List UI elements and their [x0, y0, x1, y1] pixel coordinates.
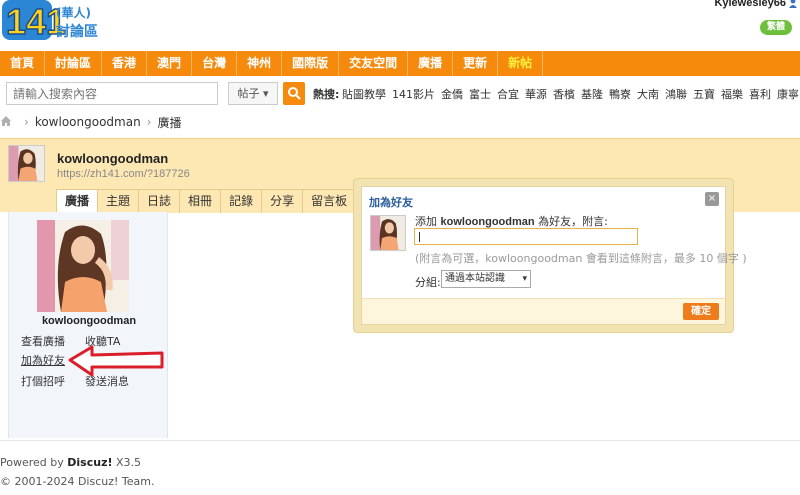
site-logo[interactable]: 141 (華人) 討論區 — [2, 0, 102, 44]
hot-link[interactable]: 鴨寮 — [609, 86, 631, 102]
logo-sub2: 討論區 — [56, 23, 98, 40]
search-bar: 帖子 ▾ 熱搜: 貼圖教學 141影片 金僑 富士 合宜 華源 香檳 基隆 鴨寮… — [0, 80, 800, 108]
dialog-msg-suffix: 為好友，附言: — [538, 215, 608, 228]
tab-broadcast[interactable]: 廣播 — [56, 189, 99, 214]
hot-link[interactable]: 康寧 — [777, 86, 799, 102]
chevron-down-icon: ▾ — [522, 274, 527, 284]
close-button[interactable]: × — [705, 192, 719, 206]
search-icon — [288, 87, 301, 100]
nav-item-forum[interactable]: 討論區 — [45, 51, 103, 76]
hot-link[interactable]: 141影片 — [392, 86, 435, 102]
breadcrumb-item-current: 廣播 — [157, 115, 182, 130]
hot-link[interactable]: 貼圖教學 — [342, 86, 386, 102]
nav-item-mainland[interactable]: 神州 — [237, 51, 283, 76]
user-icon — [788, 0, 798, 8]
dialog-msg-user: kowloongoodman — [440, 216, 535, 228]
search-button[interactable] — [283, 82, 305, 105]
nav-item-new-posts[interactable]: 新帖 — [498, 51, 544, 76]
card-username: kowloongoodman — [41, 315, 137, 327]
username-link[interactable]: Kylewesley66 — [714, 0, 786, 9]
nav-item-home[interactable]: 首頁 — [0, 51, 46, 76]
profile-tabs: 廣播 主題 日誌 相冊 記錄 分享 留言板 個 — [56, 189, 386, 214]
note-input[interactable] — [414, 228, 638, 245]
hot-link[interactable]: 喜利 — [749, 86, 771, 102]
user-side-card: kowloongoodman 查看廣播 收聽TA 加為好友 打個招呼 發送消息 — [8, 212, 168, 438]
hot-link[interactable]: 金僑 — [441, 86, 463, 102]
tab-album[interactable]: 相冊 — [179, 189, 222, 213]
powered-version: X3.5 — [116, 456, 142, 469]
hot-search-label: 熱搜: — [313, 88, 340, 101]
page-footer: Powered by Discuz! X3.5 © 2001-2024 Disc… — [0, 440, 800, 495]
dialog-title: 加為好友 — [369, 196, 413, 209]
tab-guestbook[interactable]: 留言板 — [302, 189, 357, 213]
user-avatar-large[interactable] — [37, 220, 129, 312]
tab-blog[interactable]: 日誌 — [138, 189, 181, 213]
dialog-message: 添加 kowloongoodman 為好友，附言: — [415, 213, 608, 229]
hot-link[interactable]: 香檳 — [553, 86, 575, 102]
tab-topics[interactable]: 主題 — [97, 189, 140, 213]
hot-link[interactable]: 大南 — [637, 86, 659, 102]
view-broadcast-link[interactable]: 查看廣播 — [21, 333, 65, 349]
hot-link[interactable]: 鴻聯 — [665, 86, 687, 102]
hot-search-links: 貼圖教學 141影片 金僑 富士 合宜 華源 香檳 基隆 鴨寮 大南 鴻聯 五寶… — [342, 86, 800, 102]
breadcrumb-separator: › — [24, 115, 29, 129]
breadcrumb-separator: › — [146, 115, 152, 129]
nav-item-social[interactable]: 交友空間 — [339, 51, 409, 76]
nav-item-macau[interactable]: 澳門 — [147, 51, 193, 76]
hot-link[interactable]: 華源 — [525, 86, 547, 102]
dialog-user-avatar — [370, 215, 406, 251]
hot-link[interactable]: 富士 — [469, 86, 491, 102]
nav-item-taiwan[interactable]: 台灣 — [192, 51, 238, 76]
site-header: 141 (華人) 討論區 Kylewesley66 繁體 — [0, 0, 800, 50]
search-type-select[interactable]: 帖子 ▾ — [228, 82, 278, 105]
dialog-body: 加為好友 × 添加 kowloongoodman 為好友，附言: (附言為可選，… — [361, 186, 747, 325]
group-select[interactable]: 通過本站認識 ▾ — [441, 270, 531, 288]
profile-avatar[interactable] — [8, 145, 45, 182]
logo-sub1: (華人) — [56, 5, 91, 20]
group-label: 分組: — [415, 276, 441, 289]
nav-item-broadcast[interactable]: 廣播 — [408, 51, 454, 76]
note-hint: (附言為可選，kowloongoodman 會看到這條附言，最多 10 個字 ) — [415, 252, 747, 265]
dialog-footer: 確定 — [362, 298, 725, 324]
tab-records[interactable]: 記錄 — [220, 189, 263, 213]
add-friend-link[interactable]: 加為好友 — [21, 352, 65, 368]
greet-link[interactable]: 打個招呼 — [21, 373, 65, 389]
main-nav: 首頁 討論區 香港 澳門 台灣 神州 國際版 交友空間 廣播 更新 新帖 — [0, 51, 800, 76]
nav-item-updates[interactable]: 更新 — [453, 51, 499, 76]
powered-prefix: Powered by — [0, 456, 64, 469]
breadcrumb: › kowloongoodman › 廣播 — [0, 112, 800, 132]
nav-item-hongkong[interactable]: 香港 — [102, 51, 148, 76]
hot-link[interactable]: 基隆 — [581, 86, 603, 102]
home-icon[interactable] — [0, 115, 14, 129]
group-select-value: 通過本站認識 — [445, 273, 505, 284]
chevron-down-icon: ▾ — [262, 87, 269, 100]
powered-brand-link[interactable]: Discuz! — [67, 456, 112, 469]
hot-link[interactable]: 福樂 — [721, 86, 743, 102]
red-arrow-annotation — [68, 345, 168, 379]
close-icon: × — [707, 193, 717, 204]
text-caret — [419, 232, 420, 242]
profile-name: kowloongoodman — [57, 151, 169, 166]
tab-share[interactable]: 分享 — [261, 189, 304, 213]
nav-item-international[interactable]: 國際版 — [282, 51, 340, 76]
copyright: © 2001-2024 Discuz! Team. — [0, 475, 155, 488]
add-friend-dialog: 加為好友 × 添加 kowloongoodman 為好友，附言: (附言為可選，… — [353, 178, 747, 333]
hot-link[interactable]: 五寶 — [693, 86, 715, 102]
breadcrumb-item-user[interactable]: kowloongoodman — [35, 115, 141, 129]
hot-link[interactable]: 合宜 — [497, 86, 519, 102]
search-type-label: 帖子 — [237, 87, 260, 100]
language-toggle-button[interactable]: 繁體 — [760, 20, 792, 35]
powered-by: Powered by Discuz! X3.5 — [0, 456, 141, 469]
dialog-msg-prefix: 添加 — [415, 215, 437, 228]
search-input[interactable] — [6, 82, 218, 105]
profile-url[interactable]: https://zh141.com/?187726 — [57, 168, 190, 180]
confirm-button[interactable]: 確定 — [683, 303, 719, 320]
